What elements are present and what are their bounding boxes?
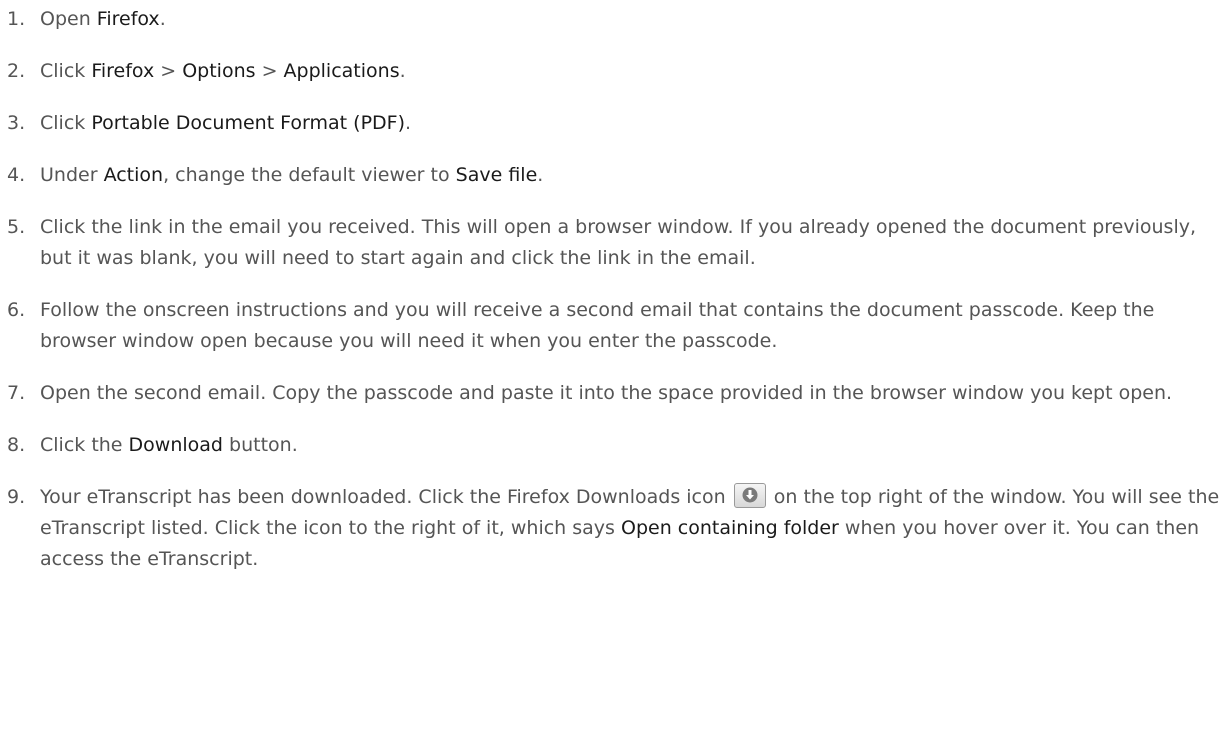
step-text: Click the Download button.: [40, 434, 298, 456]
plain-text: , change the default viewer to: [163, 164, 456, 186]
ui-term: Open containing folder: [620, 517, 839, 539]
ui-term: Applications: [283, 60, 400, 82]
step-number: 2.: [7, 60, 26, 82]
ui-term: Action: [103, 164, 164, 186]
ui-term: Download: [128, 434, 223, 456]
step-text: Click the link in the email you received…: [40, 216, 1196, 269]
step-item: 8. Click the Download button.: [0, 430, 1231, 461]
step-item: 2. Click Firefox > Options > Applications…: [0, 56, 1231, 87]
step-text: Open Firefox.: [40, 8, 166, 30]
step-text: Your eTranscript has been downloaded. Cl…: [40, 483, 1219, 570]
instruction-steps: 1. Open Firefox. 2. Click Firefox > Options…: [0, 4, 1231, 596]
step-text: Under Action, change the default viewer …: [40, 164, 543, 186]
step-text: Open the second email. Copy the passcode…: [40, 382, 1172, 404]
plain-text: Click: [40, 112, 92, 134]
step-item: 9. Your eTranscript has been downloaded. …: [0, 482, 1231, 575]
plain-text: Click the link in the email you received…: [40, 216, 1197, 269]
step-number: 9.: [7, 486, 26, 508]
plain-text: Click the: [40, 434, 129, 456]
step-number: 6.: [7, 299, 26, 321]
step-number: 5.: [7, 216, 26, 238]
step-text: Follow the onscreen instructions and you…: [40, 299, 1154, 352]
ui-term: Options: [182, 60, 256, 82]
ui-term: Firefox: [91, 60, 155, 82]
ui-term: Portable Document Format (PDF): [91, 112, 406, 134]
step-number: 1.: [7, 8, 26, 30]
plain-text: .: [399, 60, 406, 82]
step-item: 5. Click the link in the email you receiv…: [0, 212, 1231, 274]
step-number: 3.: [7, 112, 26, 134]
step-item: 3. Click Portable Document Format (PDF).: [0, 108, 1231, 139]
ui-term: Firefox: [96, 8, 160, 30]
plain-text: Click: [40, 60, 92, 82]
step-item: 1. Open Firefox.: [0, 4, 1231, 35]
plain-text: Under: [40, 164, 104, 186]
download-icon: [733, 483, 766, 508]
step-number: 4.: [7, 164, 26, 186]
plain-text: .: [537, 164, 544, 186]
step-text: Click Portable Document Format (PDF).: [40, 112, 411, 134]
plain-text: Open the second email. Copy the passcode…: [40, 382, 1173, 404]
step-number: 7.: [7, 382, 26, 404]
plain-text: >: [255, 60, 284, 82]
plain-text: button.: [223, 434, 298, 456]
plain-text: Open: [40, 8, 97, 30]
plain-text: .: [159, 8, 166, 30]
step-number: 8.: [7, 434, 26, 456]
plain-text: Your eTranscript has been downloaded. Cl…: [40, 486, 732, 508]
step-item: 4. Under Action, change the default viewe…: [0, 160, 1231, 191]
plain-text: Follow the onscreen instructions and you…: [40, 299, 1155, 352]
plain-text: .: [405, 112, 412, 134]
step-text: Click Firefox > Options > Applications.: [40, 60, 406, 82]
step-item: 7. Open the second email. Copy the passco…: [0, 378, 1231, 409]
step-item: 6. Follow the onscreen instructions and y…: [0, 295, 1231, 357]
ui-term: Save file: [455, 164, 538, 186]
plain-text: >: [154, 60, 183, 82]
